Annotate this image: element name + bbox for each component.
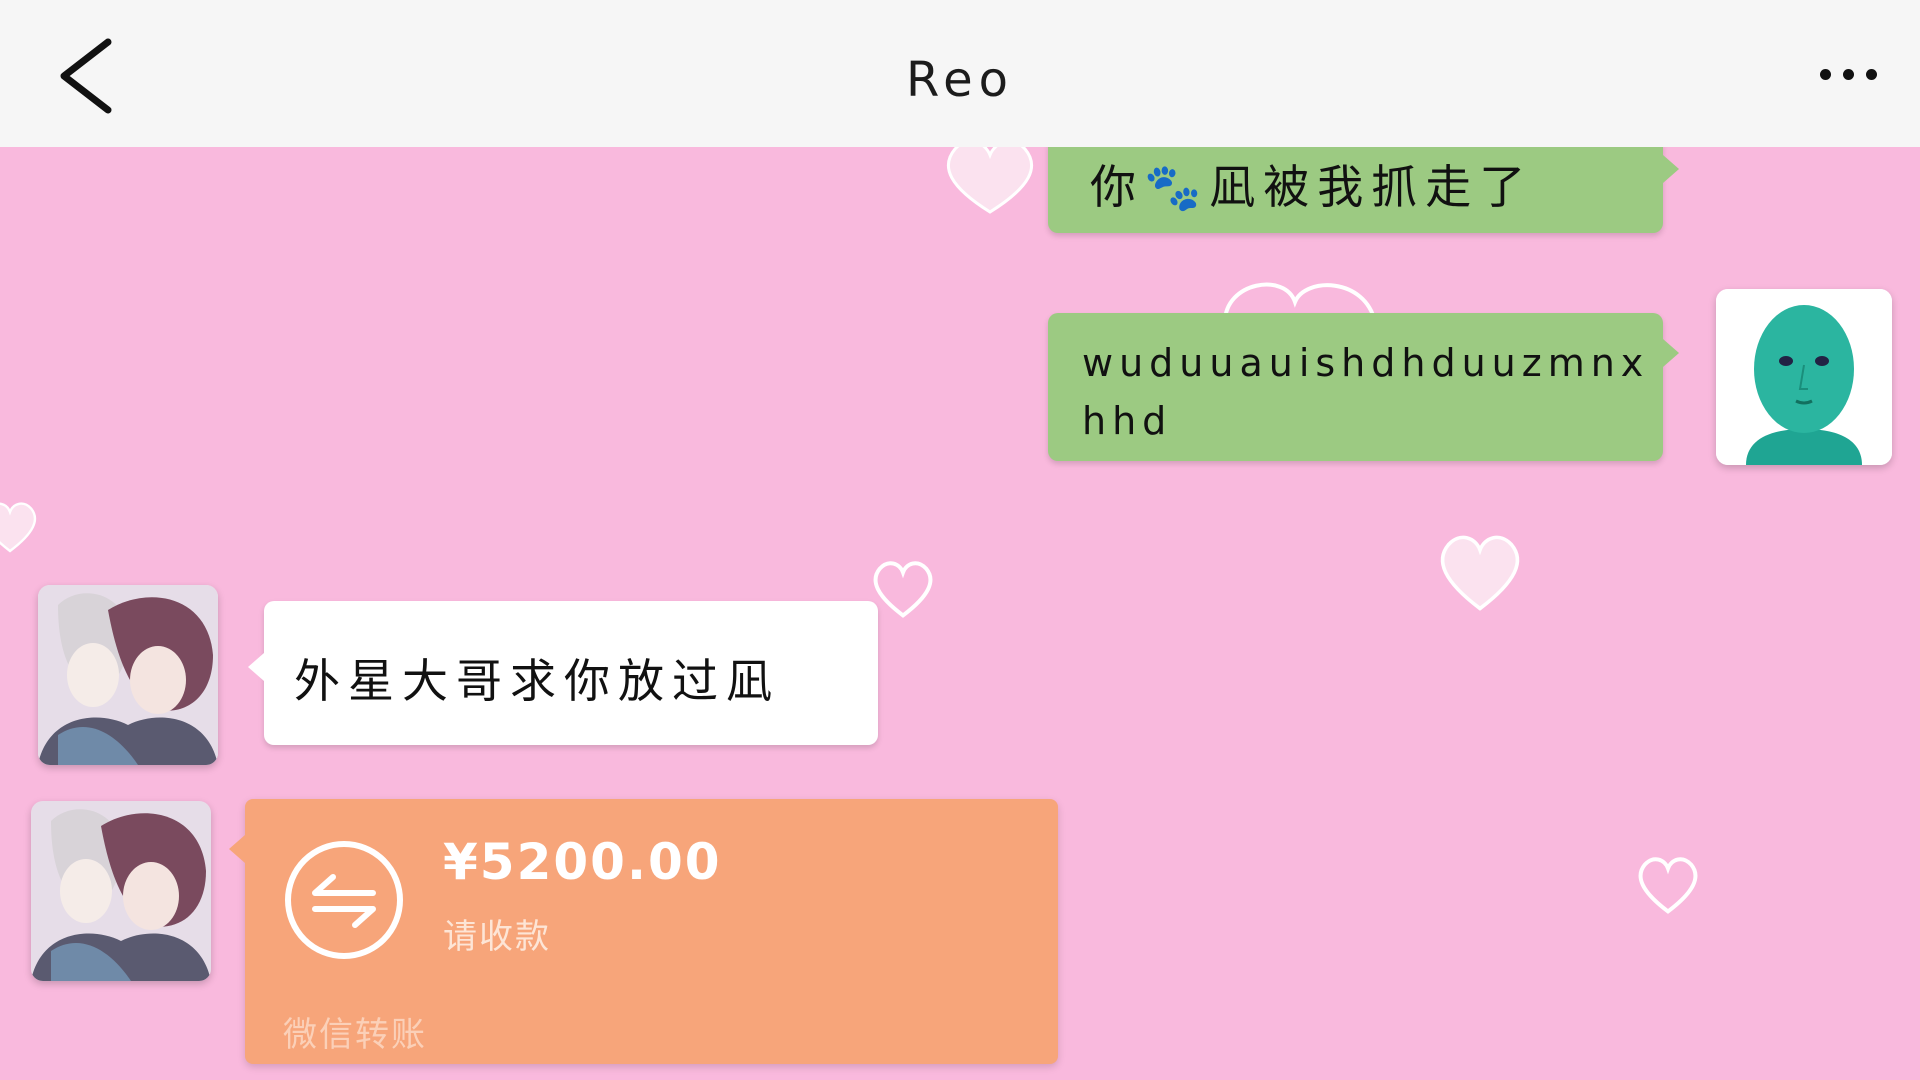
heart-decoration-icon [1638, 857, 1698, 914]
contact-avatar[interactable] [31, 801, 211, 981]
green-face-avatar [1716, 289, 1892, 465]
contact-avatar[interactable] [38, 585, 218, 765]
transfer-label: 微信转账 [283, 1015, 427, 1055]
more-dots-icon [1820, 69, 1831, 80]
heart-decoration-icon [873, 561, 933, 618]
chat-title: Reo [905, 52, 1015, 108]
self-avatar[interactable] [1716, 289, 1892, 465]
message-bubble-self[interactable]: wuduuauishdhduuzmnx hhd [1048, 313, 1679, 461]
heart-decoration-icon [1440, 535, 1520, 611]
message-text: 外星大哥求你放过凪 [294, 654, 780, 708]
heart-decoration-icon [946, 147, 1034, 214]
transfer-status: 请收款 [443, 917, 551, 957]
transfer-arrows-icon [285, 841, 403, 959]
chat-header: Reo [0, 0, 1920, 147]
message-text-line: hhd [1082, 399, 1173, 443]
more-button[interactable] [1812, 55, 1892, 95]
message-bubble-other[interactable]: 外星大哥求你放过凪 [248, 601, 878, 745]
message-text: 你🐾凪被我抓走了 [1090, 160, 1534, 214]
anime-couple-avatar [31, 801, 211, 981]
message-text-line: wuduuauishdhduuzmnx [1082, 341, 1650, 385]
anime-couple-avatar [38, 585, 218, 765]
chat-area[interactable]: 你🐾凪被我抓走了 wuduuauishdhduuzmnx hhd 外星大哥求你放… [0, 147, 1920, 1080]
message-bubble-self[interactable]: 你🐾凪被我抓走了 [1048, 147, 1679, 233]
heart-decoration-icon [0, 502, 37, 553]
transfer-amount: ¥5200.00 [443, 833, 722, 891]
transfer-card[interactable]: ¥5200.00 请收款 微信转账 [229, 799, 1058, 1064]
